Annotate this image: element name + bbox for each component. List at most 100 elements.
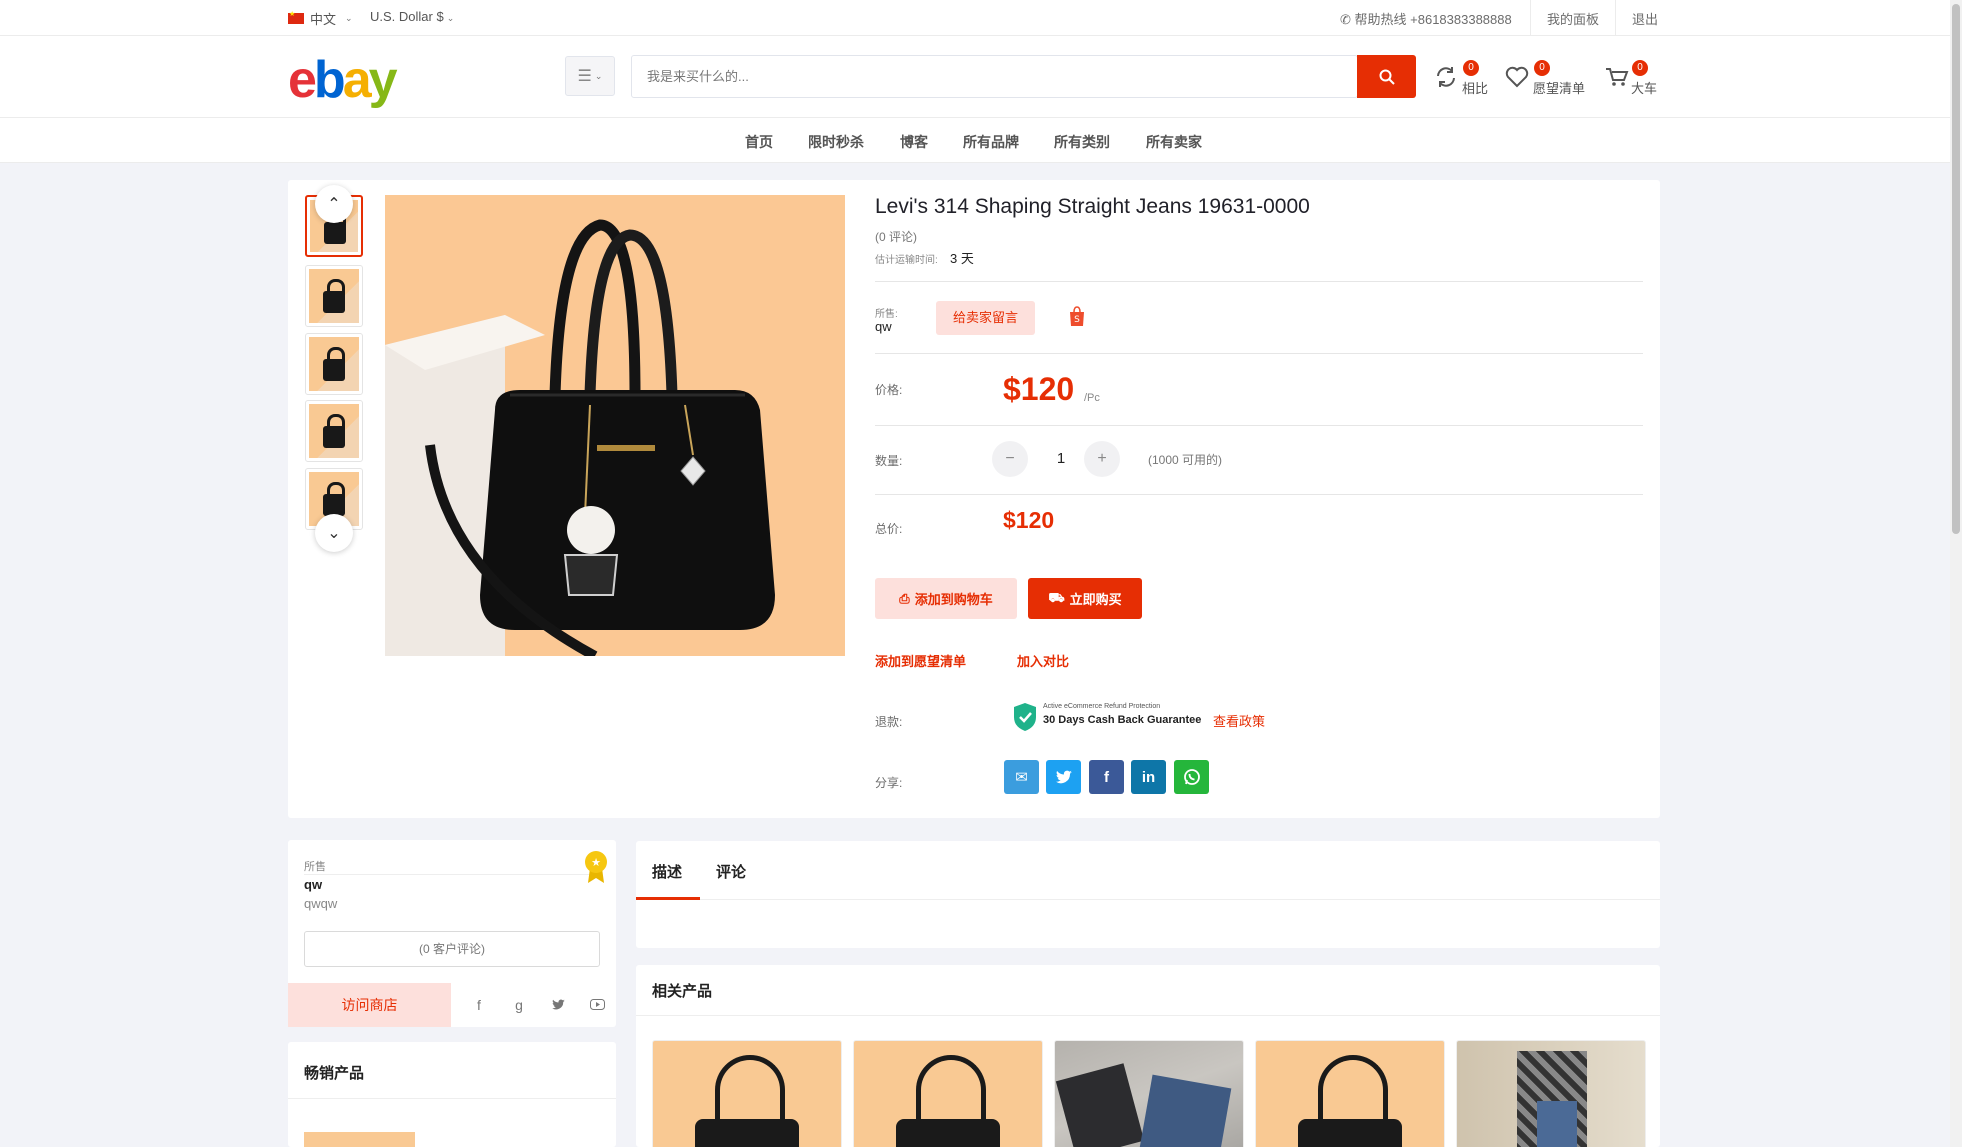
compare-button[interactable]: 0 相比: [1433, 58, 1493, 98]
quantity-increase-button[interactable]: +: [1084, 441, 1120, 477]
hotline-text: 帮助热线 +8618383388888: [1354, 12, 1512, 27]
related-product-card[interactable]: [1456, 1040, 1646, 1147]
related-product-card[interactable]: [1054, 1040, 1244, 1147]
tab-description[interactable]: 描述: [652, 861, 682, 882]
divider: [636, 899, 1660, 900]
language-selector[interactable]: 中文 ⌄: [288, 9, 353, 28]
svg-text:★: ★: [591, 856, 601, 869]
seller-reviews-button[interactable]: (0 客户评论): [304, 931, 600, 967]
add-to-wishlist-link[interactable]: 添加到愿望清单: [875, 651, 966, 670]
language-label: 中文: [310, 12, 337, 27]
share-linkedin-button[interactable]: in: [1131, 760, 1166, 794]
search-input[interactable]: [632, 56, 1360, 97]
ebay-logo[interactable]: ebay: [288, 54, 398, 106]
price-label: 价格:: [875, 383, 903, 397]
price-unit: /Pc: [1084, 392, 1100, 404]
china-flag-icon: [288, 10, 304, 24]
nav-item-flash-deals[interactable]: 限时秒杀: [808, 132, 864, 152]
youtube-icon[interactable]: [587, 997, 607, 1013]
handbag-image: [385, 195, 845, 656]
google-icon[interactable]: g: [509, 997, 529, 1013]
share-email-button[interactable]: ✉: [1004, 760, 1039, 794]
product-main-image[interactable]: [385, 195, 845, 656]
related-products-panel: 相关产品: [636, 965, 1660, 1147]
wishlist-button[interactable]: 0 愿望清单: [1504, 58, 1589, 98]
quantity-input[interactable]: 1: [1051, 450, 1071, 467]
currency-selector[interactable]: U.S. Dollar $ ⌄: [370, 9, 454, 24]
product-thumbnail[interactable]: [305, 265, 363, 327]
divider: [288, 1098, 616, 1099]
header: ebay ☰⌄ 0 相比 0 愿望清单 0 大车: [0, 36, 1962, 118]
review-count[interactable]: (0 评论): [875, 228, 917, 245]
category-menu-button[interactable]: ☰ ⌄: [565, 56, 615, 96]
heart-icon: [1505, 66, 1529, 88]
visit-store-button[interactable]: 访问商店: [288, 983, 451, 1027]
view-policy-link[interactable]: 查看政策: [1213, 711, 1265, 730]
seller-name[interactable]: qw: [304, 877, 322, 892]
related-product-card[interactable]: [652, 1040, 842, 1147]
total-price-label: 总价:: [875, 522, 903, 536]
chevron-down-icon: ⌄: [594, 70, 603, 81]
thumbnail-prev-button[interactable]: ⌃: [315, 185, 353, 223]
nav-item-blog[interactable]: 博客: [900, 132, 928, 152]
chevron-up-icon: ⌃: [327, 196, 341, 213]
thumbnail-next-button[interactable]: ⌄: [315, 514, 353, 552]
cart-label: 大车: [1631, 81, 1658, 96]
nav-item-categories[interactable]: 所有类别: [1054, 132, 1110, 152]
sold-by-label: 所售:: [875, 309, 898, 320]
search-button[interactable]: [1357, 55, 1416, 98]
quantity-label: 数量:: [875, 454, 903, 468]
cart-icon: ⛟: [1048, 589, 1065, 605]
quantity-decrease-button[interactable]: −: [992, 441, 1028, 477]
share-facebook-button[interactable]: f: [1089, 760, 1124, 794]
cart-button[interactable]: 0 大车: [1604, 58, 1664, 98]
seller-shop-name: qwqw: [304, 896, 338, 911]
refund-label: 退款:: [875, 715, 903, 729]
wishlist-label: 愿望清单: [1533, 81, 1586, 96]
sold-by-name[interactable]: qw: [875, 319, 892, 334]
share-twitter-button[interactable]: [1046, 760, 1081, 794]
price-value: $120: [1003, 371, 1075, 407]
add-to-cart-label: 添加到购物车: [914, 592, 993, 607]
scrollbar-thumb[interactable]: [1952, 4, 1960, 534]
best-selling-title: 畅销产品: [304, 1065, 365, 1082]
divider: [636, 1015, 1660, 1016]
chevron-down-icon: ⌄: [345, 13, 353, 23]
nav-item-sellers[interactable]: 所有卖家: [1146, 132, 1202, 152]
search-icon: [1379, 69, 1395, 85]
compare-label: 相比: [1462, 81, 1489, 96]
add-to-cart-button[interactable]: ⎙ 添加到购物车: [875, 578, 1017, 619]
product-thumbnail[interactable]: [305, 400, 363, 462]
compare-count-badge: 0: [1463, 60, 1479, 76]
currency-label: U.S. Dollar $: [370, 9, 444, 24]
tab-reviews[interactable]: 评论: [716, 861, 746, 882]
add-to-compare-link[interactable]: 加入对比: [1017, 651, 1069, 670]
product-thumbnail[interactable]: [305, 333, 363, 395]
cart-icon: [1606, 68, 1629, 86]
shield-check-icon: [1014, 703, 1036, 731]
buy-now-button[interactable]: ⛟ 立即购买: [1028, 578, 1142, 619]
share-whatsapp-button[interactable]: [1174, 760, 1209, 794]
refund-badge: Active eCommerce Refund Protection 30 Da…: [1010, 700, 1201, 736]
wishlist-count-badge: 0: [1534, 60, 1550, 76]
refund-protection-text: Active eCommerce Refund Protection: [1043, 703, 1161, 710]
available-stock: (1000 可用的): [1148, 453, 1223, 467]
logout-link[interactable]: 退出: [1632, 9, 1658, 28]
linkedin-icon: in: [1141, 768, 1156, 786]
cart-count-badge: 0: [1632, 60, 1648, 76]
page-scrollbar[interactable]: [1950, 0, 1962, 1147]
hamburger-icon: ☰: [577, 68, 592, 85]
related-product-card[interactable]: [853, 1040, 1043, 1147]
nav-item-home[interactable]: 首页: [745, 132, 773, 152]
dashboard-link[interactable]: 我的面板: [1547, 9, 1599, 28]
facebook-icon[interactable]: f: [469, 997, 489, 1013]
message-seller-button[interactable]: 给卖家留言: [936, 301, 1035, 335]
nav-item-brands[interactable]: 所有品牌: [963, 132, 1019, 152]
best-selling-product-image[interactable]: [304, 1132, 415, 1147]
divider: [875, 281, 1643, 282]
email-icon: ✉: [1015, 769, 1028, 786]
related-product-card[interactable]: [1255, 1040, 1445, 1147]
product-panel: ⌃ ⌄ Levi's 314 Shaping Straight Jeans 19…: [288, 180, 1660, 818]
divider: [875, 425, 1643, 426]
twitter-icon[interactable]: [548, 997, 568, 1013]
